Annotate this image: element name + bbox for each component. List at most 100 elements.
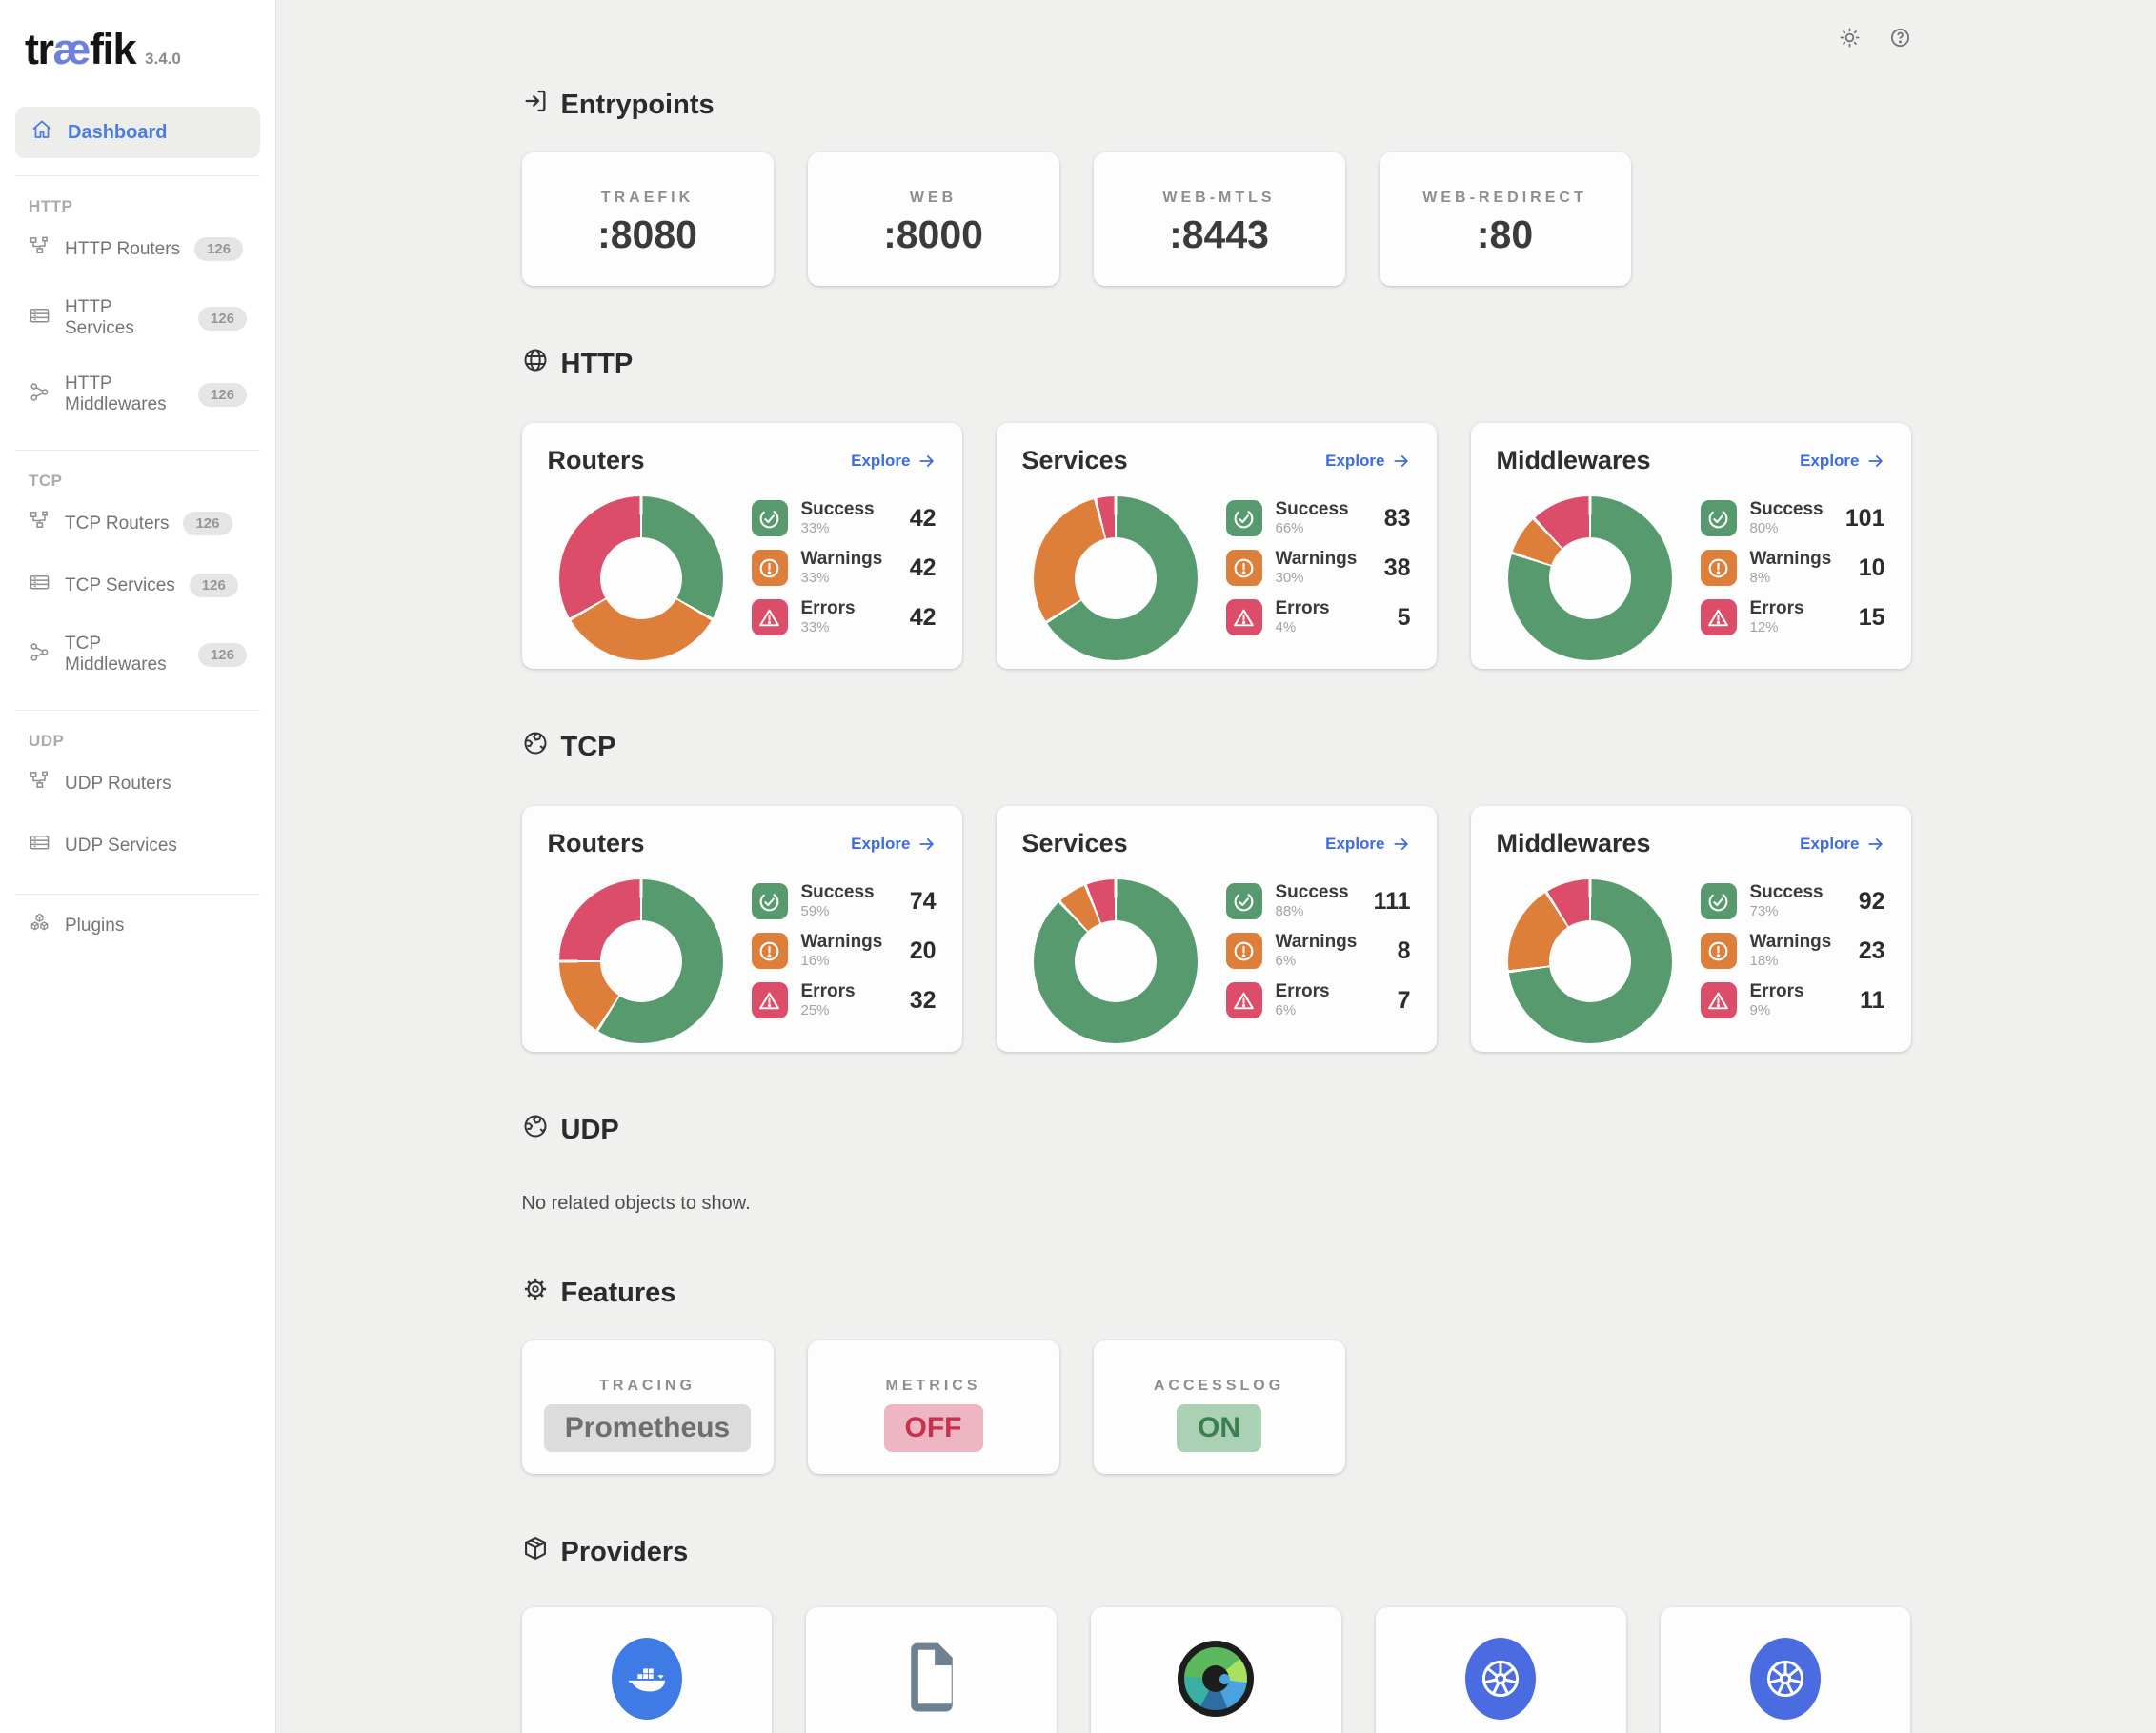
legend-percent: 33% [801, 521, 875, 536]
provider-card-kubernetes-crd: KubernetesCRD [1661, 1607, 1911, 1733]
sidebar-group-tcp: TCP [29, 472, 260, 491]
legend-row-warnings: Warnings8% 10 [1701, 550, 1885, 586]
legend-value: 42 [910, 604, 937, 632]
card-title: Middlewares [1497, 446, 1651, 475]
traefik-dashboard: træfik 3.4.0 Dashboard HTTP HTTP Routers… [0, 0, 2156, 1733]
status-donut-chart [559, 496, 723, 660]
card-title: Services [1022, 829, 1128, 858]
legend-row-warnings: Warnings6% 8 [1226, 933, 1411, 969]
sidebar-item-dashboard[interactable]: Dashboard [15, 107, 260, 158]
legend-label: Errors [1750, 599, 1804, 618]
services-icon [29, 305, 50, 332]
sidebar-item-udp-services[interactable]: UDP Services [15, 815, 260, 877]
provider-card-marathon: Marathon [1091, 1607, 1341, 1733]
file-icon [904, 1642, 959, 1717]
success-icon [752, 500, 788, 536]
legend-row-warnings: Warnings30% 38 [1226, 550, 1411, 586]
legend-percent: 6% [1276, 954, 1358, 969]
provider-card-docker: Docker [522, 1607, 773, 1733]
legend-label: Warnings [1276, 550, 1358, 569]
tcp-section-header: TCP [522, 730, 1911, 764]
legend-row-warnings: Warnings18% 23 [1701, 933, 1885, 969]
feature-name: ACCESSLOG [1094, 1378, 1345, 1395]
tcp-cards: Routers Explore Success59% 74 [522, 806, 1911, 1052]
help-icon[interactable] [1889, 27, 1911, 53]
sidebar-item-tcp-middlewares[interactable]: TCP Middlewares 126 [15, 616, 260, 693]
error-icon [1701, 982, 1737, 1018]
package-icon [522, 1535, 549, 1569]
error-icon [1701, 599, 1737, 635]
explore-link[interactable]: Explore [851, 835, 936, 854]
entrypoints-section-header: Entrypoints [522, 0, 1911, 122]
explore-link[interactable]: Explore [1800, 452, 1884, 471]
divider [15, 710, 260, 711]
explore-label: Explore [851, 452, 910, 471]
legend-row-errors: Errors 33% 42 [752, 599, 937, 635]
tcp-routers-card: Routers Explore Success59% 74 [522, 806, 962, 1052]
error-icon [1226, 599, 1262, 635]
sidebar-item-http-services[interactable]: HTTP Services 126 [15, 280, 260, 356]
legend-percent: 80% [1750, 521, 1824, 536]
warning-icon [1226, 550, 1262, 586]
features-cards: TRACING Prometheus METRICS OFF ACCESSLOG… [522, 1340, 1911, 1474]
count-badge: 126 [183, 512, 232, 535]
sidebar-item-http-middlewares[interactable]: HTTP Middlewares 126 [15, 356, 260, 433]
udp-empty-message: No related objects to show. [522, 1193, 1911, 1215]
sidebar-item-tcp-services[interactable]: TCP Services 126 [15, 554, 260, 616]
count-badge: 126 [198, 383, 247, 407]
http-cards: Routers Explore Success33% 42 [522, 423, 1911, 669]
explore-link[interactable]: Explore [851, 452, 936, 471]
legend-percent: 12% [1750, 620, 1804, 635]
sidebar-item-label: UDP Services [65, 836, 177, 856]
legend-value: 10 [1859, 554, 1885, 582]
theme-toggle-sun-icon[interactable] [1839, 27, 1861, 53]
legend-label: Errors [801, 599, 856, 618]
status-legend: Success73% 92 Warnings18% 23 Errors9% [1701, 879, 1885, 1018]
legend-row-warnings: Warnings16% 20 [752, 933, 937, 969]
success-icon [752, 883, 788, 919]
sidebar-item-tcp-routers[interactable]: TCP Routers 126 [15, 493, 260, 554]
entrypoint-port: :8080 [522, 212, 774, 257]
kubernetes-icon [1750, 1638, 1821, 1720]
status-donut-chart [1034, 879, 1198, 1043]
warning-icon [1701, 933, 1737, 969]
explore-link[interactable]: Explore [1325, 452, 1410, 471]
card-title: Routers [548, 829, 645, 858]
explore-link[interactable]: Explore [1800, 835, 1884, 854]
providers-section-header: Providers [522, 1535, 1911, 1569]
status-legend: Success66% 83 Warnings30% 38 Errors4% [1226, 496, 1411, 635]
explore-link[interactable]: Explore [1325, 835, 1410, 854]
sidebar-item-http-routers[interactable]: HTTP Routers 126 [15, 218, 260, 280]
explore-label: Explore [851, 835, 910, 854]
status-legend: Success59% 74 Warnings16% 20 Errors25% [752, 879, 937, 1018]
toolbar [1839, 27, 1911, 53]
sidebar-item-plugins[interactable]: Plugins [15, 895, 260, 957]
legend-value: 38 [1384, 554, 1411, 582]
count-badge: 126 [198, 643, 247, 667]
sidebar: træfik 3.4.0 Dashboard HTTP HTTP Routers… [0, 0, 276, 1733]
logo-wordmark: træfik [25, 25, 135, 74]
legend-percent: 33% [801, 620, 856, 635]
legend-label: Success [1750, 883, 1824, 902]
legend-value: 8 [1398, 937, 1411, 965]
legend-percent: 16% [801, 954, 883, 969]
middlewares-icon [29, 641, 50, 669]
legend-row-errors: Errors9% 11 [1701, 982, 1885, 1018]
legend-value: 111 [1374, 888, 1411, 916]
legend-label: Warnings [1750, 933, 1832, 952]
earth-icon [522, 1113, 549, 1147]
legend-row-errors: Errors12% 15 [1701, 599, 1885, 635]
services-icon [29, 832, 50, 859]
udp-section-header: UDP [522, 1113, 1911, 1147]
sidebar-item-label: Plugins [65, 916, 124, 937]
sidebar-item-udp-routers[interactable]: UDP Routers [15, 753, 260, 815]
legend-row-errors: Errors4% 5 [1226, 599, 1411, 635]
status-legend: Success80% 101 Warnings8% 10 Errors12% [1701, 496, 1885, 635]
services-icon [29, 572, 50, 599]
sidebar-item-label: TCP Services [65, 575, 175, 596]
error-icon [1226, 982, 1262, 1018]
section-title: Entrypoints [561, 90, 715, 121]
routers-icon [29, 770, 50, 797]
marathon-icon [1178, 1641, 1254, 1717]
legend-label: Warnings [801, 933, 883, 952]
